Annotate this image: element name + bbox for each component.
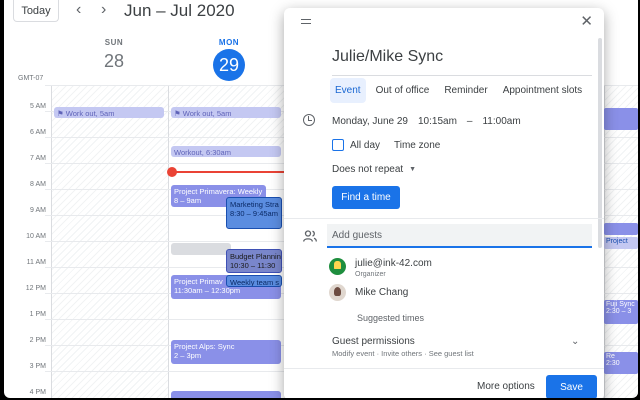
guest-role: Organizer xyxy=(355,271,386,278)
guest-row[interactable]: Mike Chang xyxy=(329,284,408,301)
event-title: Budget Planning xyxy=(230,252,282,261)
guest-name: Mike Chang xyxy=(355,287,409,298)
date-time-row: Monday, June 29 10:15am – 11:00am xyxy=(332,116,521,127)
event-editor-dialog: ✕ Julie/Mike Sync Event Out of office Re… xyxy=(284,8,604,398)
event-time: 8:30 – 9:45am xyxy=(230,209,278,218)
scrollbar[interactable] xyxy=(598,38,602,248)
people-icon xyxy=(303,230,317,242)
repeat-value: Does not repeat xyxy=(332,164,404,175)
event-time: 2:30 xyxy=(606,360,620,367)
chevron-right-icon[interactable]: › xyxy=(101,1,106,19)
hour-label: 11 AM xyxy=(26,259,46,266)
hour-label: 5 AM xyxy=(30,103,46,110)
avatar xyxy=(329,284,346,301)
tab-out-of-office[interactable]: Out of office xyxy=(371,78,435,103)
event-edge-re[interactable]: Re 2:30 xyxy=(604,352,638,374)
event-title: Project Alps: Sync xyxy=(174,342,235,351)
dialog-footer: More options Save xyxy=(284,368,604,398)
time-separator: – xyxy=(466,116,473,127)
event-alps[interactable]: Project Alps: Sync 2 – 3pm xyxy=(171,340,281,364)
event-title: Marketing Stra xyxy=(230,200,279,209)
event-placeholder[interactable] xyxy=(171,243,231,255)
day-header-mon[interactable]: MON 29 xyxy=(170,38,288,81)
day-number-today[interactable]: 29 xyxy=(213,49,245,81)
timezone-label: GMT-07 xyxy=(18,75,44,82)
avatar xyxy=(329,258,346,275)
event-time: 2:30 – 3 xyxy=(606,308,632,315)
event-title: Re xyxy=(606,353,615,360)
event-time: 2 – 3pm xyxy=(174,351,202,360)
add-guests-input[interactable]: Add guests xyxy=(327,224,592,248)
calendar-window: Today ‹ › Jun – Jul 2020 SUN 28 MON 29 G… xyxy=(4,0,638,398)
end-time-picker[interactable]: 11:00am xyxy=(482,116,520,127)
event-title: Fuji Sync xyxy=(606,301,635,308)
event-4pm[interactable] xyxy=(171,391,281,398)
tab-reminder[interactable]: Reminder xyxy=(439,78,492,103)
hour-label: 4 PM xyxy=(29,389,46,396)
guest-permissions-summary: Modify event · Invite others · See guest… xyxy=(332,349,474,358)
hour-label: 2 PM xyxy=(29,337,46,344)
event-weekly-team[interactable]: Weekly team s xyxy=(226,275,282,287)
today-button[interactable]: Today xyxy=(13,0,59,22)
find-a-time-button[interactable]: Find a time xyxy=(332,186,400,209)
repeat-dropdown[interactable]: Does not repeat ▼ xyxy=(332,164,416,175)
date-range-title: Jun – Jul 2020 xyxy=(124,1,235,20)
divider xyxy=(284,218,604,219)
day-of-week: MON xyxy=(218,38,240,47)
date-picker[interactable]: Monday, June 29 xyxy=(332,116,408,127)
event-workout-mon[interactable]: ⚑ Work out, 5am xyxy=(171,107,281,118)
hour-label: 6 AM xyxy=(30,129,46,136)
day-header-sun[interactable]: SUN 28 xyxy=(55,38,173,72)
event-type-tabs: Event Out of office Reminder Appointment… xyxy=(330,78,592,103)
event-budget[interactable]: Budget Planning 10:30 – 11:30 xyxy=(226,249,282,273)
hour-label: 8 AM xyxy=(30,181,46,188)
clock-icon xyxy=(303,114,315,126)
tab-event[interactable]: Event xyxy=(330,78,366,103)
chevron-left-icon[interactable]: ‹ xyxy=(76,1,81,19)
tab-appointment-slots[interactable]: Appointment slots xyxy=(498,78,588,103)
hour-label: 10 AM xyxy=(26,233,46,240)
event-time: 11:30am – 12:30pm xyxy=(174,286,241,295)
guest-permissions-title[interactable]: Guest permissions xyxy=(332,336,415,347)
hour-label: 9 AM xyxy=(30,207,46,214)
event-edge-1[interactable] xyxy=(604,108,638,130)
event-edge-2[interactable] xyxy=(604,223,638,235)
drag-handle-icon[interactable] xyxy=(301,19,311,24)
start-time-picker[interactable]: 10:15am xyxy=(418,116,457,127)
event-title-input[interactable]: Julie/Mike Sync xyxy=(332,48,592,76)
hour-label: 3 PM xyxy=(29,363,46,370)
guest-row[interactable]: julie@ink-42.com Organizer xyxy=(329,258,432,278)
more-options-button[interactable]: More options xyxy=(477,381,535,392)
day-number[interactable]: 28 xyxy=(55,51,173,72)
hour-label: 7 AM xyxy=(30,155,46,162)
event-workout-630[interactable]: Workout, 6:30am xyxy=(171,146,281,157)
chevron-down-icon[interactable]: ⌄ xyxy=(571,336,579,347)
all-day-label[interactable]: All day xyxy=(350,140,380,151)
suggested-times-link[interactable]: Suggested times xyxy=(357,313,424,323)
event-workout-sun[interactable]: ⚑ Work out, 5am xyxy=(54,107,164,118)
hour-label: 12 PM xyxy=(25,285,46,292)
all-day-row: All day Time zone xyxy=(332,139,440,151)
event-edge-project[interactable]: Project xyxy=(604,237,638,249)
event-title: Project Primavera: Weekly xyxy=(174,187,263,196)
event-edge-fuji[interactable]: Fuji Sync 2:30 – 3 xyxy=(604,300,638,324)
event-marketing[interactable]: Marketing Stra 8:30 – 9:45am xyxy=(226,197,282,229)
event-time: 10:30 – 11:30 xyxy=(230,261,276,270)
guest-name: julie@ink-42.com xyxy=(355,258,432,269)
close-icon[interactable]: ✕ xyxy=(580,12,593,30)
day-of-week: SUN xyxy=(104,38,124,47)
caret-down-icon: ▼ xyxy=(409,166,417,173)
time-zone-link[interactable]: Time zone xyxy=(394,140,440,151)
hour-label: 1 PM xyxy=(29,311,46,318)
save-button[interactable]: Save xyxy=(546,375,597,398)
all-day-checkbox[interactable] xyxy=(332,139,344,151)
